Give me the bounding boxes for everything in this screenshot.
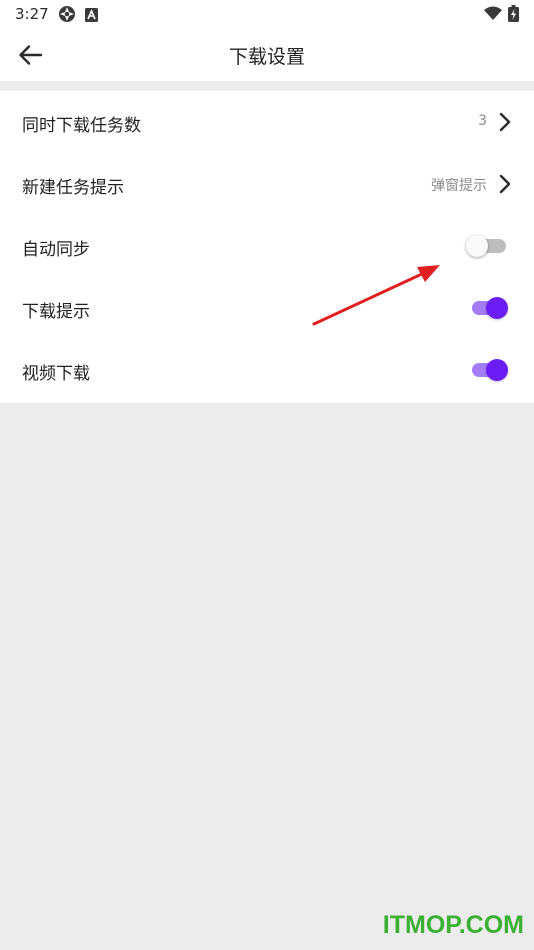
chevron-right-icon: [498, 173, 512, 195]
setting-video-download: 视频下载: [0, 339, 534, 401]
video-download-toggle[interactable]: [470, 358, 508, 382]
settings-list: 同时下载任务数 3 新建任务提示 弹窗提示 自动同步 下载提示 视频下载: [0, 91, 534, 403]
toggle-thumb: [486, 359, 508, 381]
auto-sync-toggle[interactable]: [466, 234, 508, 258]
download-prompt-toggle[interactable]: [470, 296, 508, 320]
setting-value: 3: [478, 113, 487, 129]
setting-value: 弹窗提示: [431, 178, 487, 194]
section-divider: [0, 81, 534, 91]
font-a-icon: [85, 7, 98, 26]
battery-charging-icon: [508, 5, 519, 26]
toggle-thumb: [486, 297, 508, 319]
setting-label: 新建任务提示: [22, 178, 124, 198]
setting-label: 自动同步: [22, 240, 90, 260]
page-title: 下载设置: [228, 46, 305, 68]
app-bar: 下载设置: [0, 28, 534, 81]
setting-label: 视频下载: [22, 364, 90, 384]
setting-concurrent-downloads[interactable]: 同时下载任务数 3: [0, 91, 534, 153]
chevron-right-icon: [498, 111, 512, 133]
watermark: ITMOP.COM: [382, 911, 524, 939]
setting-auto-sync: 自动同步: [0, 215, 534, 277]
status-time: 3:27: [15, 5, 49, 23]
setting-label: 同时下载任务数: [22, 116, 141, 136]
setting-label: 下载提示: [22, 302, 90, 322]
status-bar: 3:27: [0, 0, 534, 28]
wifi-icon: [484, 6, 502, 25]
settings-gear-icon: [58, 5, 76, 27]
toggle-thumb: [466, 235, 488, 257]
setting-download-prompt: 下载提示: [0, 277, 534, 339]
setting-new-task-prompt[interactable]: 新建任务提示 弹窗提示: [0, 153, 534, 215]
